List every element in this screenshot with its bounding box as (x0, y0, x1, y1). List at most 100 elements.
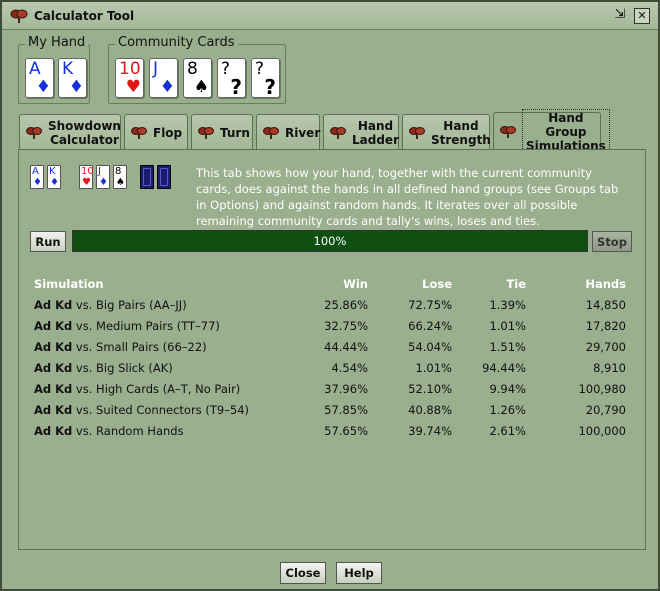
simulation-cell: Ad Kd vs. Small Pairs (66–22) (34, 340, 207, 354)
poker-chips-icon (198, 126, 214, 139)
card-back-icon (140, 165, 154, 189)
header-tie: Tie (506, 277, 526, 291)
card-suit-icon: ♥ (125, 77, 141, 97)
hands-cell: 100,000 (578, 424, 626, 438)
header-win: Win (343, 277, 368, 291)
card-suit-icon: ♦ (159, 77, 175, 97)
simulation-cell: Ad Kd vs. Big Slick (AK) (34, 361, 173, 375)
header-lose: Lose (422, 277, 452, 291)
tab-label: Turn (220, 125, 250, 140)
tie-cell: 94.44% (482, 361, 526, 375)
win-cell: 57.65% (324, 424, 368, 438)
run-button[interactable]: Run (30, 231, 66, 252)
lose-cell: 54.04% (408, 340, 452, 354)
progress-text: 100% (313, 234, 347, 248)
mini-card: A ♦ (30, 165, 44, 189)
tab-hand-ladder[interactable]: Hand Ladder (323, 114, 399, 150)
win-cell: 44.44% (324, 340, 368, 354)
community-card[interactable]: 10 ♥ (115, 58, 144, 98)
mini-card: J ♦ (96, 165, 110, 189)
community-card[interactable]: ?? (251, 58, 280, 98)
win-cell: 37.96% (324, 382, 368, 396)
poker-chips-icon (26, 126, 42, 139)
simulation-cell: Ad Kd vs. High Cards (A–T, No Pair) (34, 382, 241, 396)
tie-cell: 1.26% (489, 403, 526, 417)
tab-label: Flop (153, 125, 183, 140)
lose-cell: 1.01% (415, 361, 452, 375)
my-hand-card[interactable]: A ♦ (25, 58, 54, 98)
community-card[interactable]: 8 ♠ (183, 58, 212, 98)
tab-label: Hand Ladder (352, 118, 399, 147)
hands-cell: 100,980 (578, 382, 626, 396)
header-hands: Hands (585, 277, 626, 291)
simulation-cell: Ad Kd vs. Big Pairs (AA–JJ) (34, 298, 187, 312)
card-unknown-mark: ? (230, 75, 242, 99)
my-hand-card[interactable]: K ♦ (58, 58, 87, 98)
tab-label: Showdown Calculator (48, 118, 121, 147)
poker-chips-icon (500, 125, 516, 138)
card-suit-icon: ♦ (68, 77, 84, 97)
tie-cell: 1.39% (489, 298, 526, 312)
tab-description: This tab shows how your hand, together w… (196, 166, 619, 228)
close-window-icon[interactable]: ✕ (634, 8, 650, 24)
tab-showdown-calculator[interactable]: Showdown Calculator (19, 114, 121, 150)
stop-button[interactable]: Stop (592, 231, 632, 252)
simulation-cell: Ad Kd vs. Suited Connectors (T9–54) (34, 403, 250, 417)
hands-cell: 14,850 (585, 298, 626, 312)
poker-chips-icon (10, 9, 28, 23)
mini-card: 10 ♥ (79, 165, 94, 189)
card-rank: ? (255, 59, 265, 79)
community-card[interactable]: J ♦ (149, 58, 178, 98)
lose-cell: 72.75% (408, 298, 452, 312)
hands-cell: 17,820 (585, 319, 626, 333)
close-button[interactable]: Close (280, 562, 326, 584)
card-suit-icon: ♦ (35, 77, 51, 97)
mini-card: K ♦ (47, 165, 61, 189)
card-suit-icon: ♠ (193, 77, 209, 97)
tab-hand-strength[interactable]: Hand Strength (402, 114, 491, 150)
tab-hand-group-simulations[interactable]: Hand Group Simulations (493, 108, 610, 155)
poker-chips-icon (263, 126, 279, 139)
community-cards-label: Community Cards (115, 35, 238, 50)
hands-cell: 20,790 (585, 403, 626, 417)
card-back-icon (157, 165, 171, 189)
card-rank: A (29, 59, 41, 79)
community-card[interactable]: ?? (217, 58, 246, 98)
restore-icon[interactable]: ⇲ (612, 8, 628, 24)
card-rank: K (62, 59, 74, 79)
card-rank: 10 (119, 59, 141, 79)
hands-cell: 29,700 (585, 340, 626, 354)
card-rank: J (153, 59, 159, 79)
tab-label: Hand Group Simulations (522, 108, 610, 155)
tie-cell: 9.94% (489, 382, 526, 396)
progress-bar: 100% (72, 230, 588, 252)
mini-card: 8 ♠ (113, 165, 127, 189)
tab-river[interactable]: River (256, 114, 320, 150)
hands-cell: 8,910 (593, 361, 626, 375)
lose-cell: 40.88% (408, 403, 452, 417)
header-simulation: Simulation (34, 277, 104, 291)
win-cell: 32.75% (324, 319, 368, 333)
title-bar[interactable]: Calculator Tool ⇲ ✕ (2, 2, 658, 30)
help-button[interactable]: Help (336, 562, 382, 584)
win-cell: 4.54% (331, 361, 368, 375)
lose-cell: 52.10% (408, 382, 452, 396)
tie-cell: 2.61% (489, 424, 526, 438)
tie-cell: 1.01% (489, 319, 526, 333)
win-cell: 25.86% (324, 298, 368, 312)
tab-turn[interactable]: Turn (191, 114, 253, 150)
tab-label: River (285, 125, 321, 140)
lose-cell: 39.74% (408, 424, 452, 438)
simulation-cell: Ad Kd vs. Random Hands (34, 424, 184, 438)
poker-chips-icon (131, 126, 147, 139)
tab-flop[interactable]: Flop (124, 114, 188, 150)
simulation-cell: Ad Kd vs. Medium Pairs (TT–77) (34, 319, 220, 333)
tie-cell: 1.51% (489, 340, 526, 354)
lose-cell: 66.24% (408, 319, 452, 333)
calculator-tool-window: Calculator Tool ⇲ ✕ My Hand A ♦ K ♦ Communi… (0, 0, 660, 591)
poker-chips-icon (330, 126, 346, 139)
poker-chips-icon (409, 126, 425, 139)
my-hand-label: My Hand (25, 35, 89, 50)
window-title: Calculator Tool (34, 8, 135, 23)
win-cell: 57.85% (324, 403, 368, 417)
